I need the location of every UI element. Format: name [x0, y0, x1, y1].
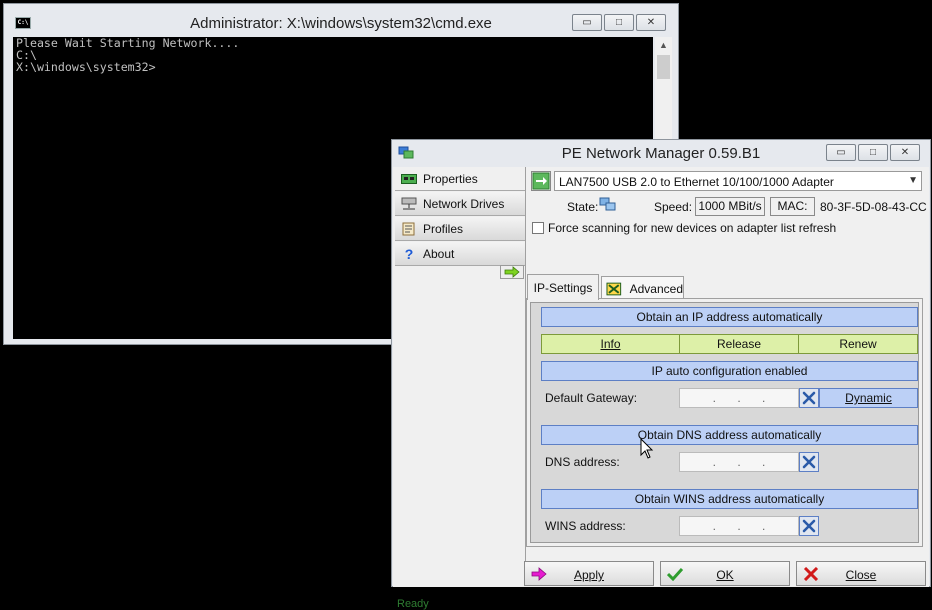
- clear-wins-button[interactable]: [799, 516, 819, 536]
- scroll-thumb[interactable]: [657, 55, 670, 79]
- cmd-close-button[interactable]: ✕: [636, 14, 666, 31]
- tab-label: IP-Settings: [533, 280, 593, 295]
- nav-item-label: Properties: [423, 171, 478, 186]
- cmd-maximize-button[interactable]: □: [604, 14, 634, 31]
- dns-address-input[interactable]: ...: [679, 452, 799, 472]
- speed-label: Speed:: [654, 200, 693, 214]
- profiles-icon: [401, 222, 417, 236]
- info-button[interactable]: Info: [541, 334, 680, 354]
- pe-maximize-button[interactable]: □: [858, 144, 888, 161]
- ip-dot: .: [761, 455, 766, 469]
- collapse-panel-button[interactable]: [500, 265, 524, 279]
- minimize-icon: ▭: [582, 17, 592, 28]
- adapter-selected-value: LAN7500 USB 2.0 to Ethernet 10/100/1000 …: [559, 175, 834, 189]
- close-icon: ✕: [900, 147, 910, 158]
- mac-label: MAC:: [770, 197, 815, 216]
- release-button-label: Release: [716, 337, 762, 351]
- adapter-dropdown[interactable]: LAN7500 USB 2.0 to Ethernet 10/100/1000 …: [554, 171, 922, 191]
- ip-dot: .: [712, 519, 716, 533]
- close-button[interactable]: Close: [796, 561, 926, 586]
- pe-client-area: Properties Network Drives Profiles ? Abo…: [393, 167, 929, 610]
- dynamic-button[interactable]: Dynamic: [819, 388, 918, 408]
- release-button[interactable]: Release: [679, 334, 799, 354]
- wins-address-label: WINS address:: [545, 519, 626, 533]
- obtain-wins-automatically-button[interactable]: Obtain WINS address automatically: [541, 489, 918, 509]
- connected-network-icon: [599, 197, 616, 211]
- nav-item-properties[interactable]: Properties: [395, 167, 525, 191]
- maximize-icon: □: [869, 147, 877, 158]
- tab-ip-settings[interactable]: IP-Settings: [527, 274, 599, 300]
- pe-network-manager-window[interactable]: PE Network Manager 0.59.B1 ▭ □ ✕ Propert…: [391, 139, 931, 610]
- network-card-icon: [401, 172, 417, 186]
- ip-dot: .: [737, 391, 741, 405]
- maximize-icon: □: [615, 17, 623, 28]
- adapter-refresh-button[interactable]: [531, 171, 551, 191]
- default-gateway-label: Default Gateway:: [545, 391, 638, 405]
- force-scan-label: Force scanning for new devices on adapte…: [548, 221, 837, 235]
- console-line: Please Wait Starting Network....: [16, 36, 240, 50]
- pe-close-button[interactable]: ✕: [890, 144, 920, 161]
- advanced-settings-icon: [606, 282, 622, 295]
- ip-action-buttons: Info Release Renew: [541, 334, 918, 354]
- ip-dot: .: [761, 391, 766, 405]
- renew-button[interactable]: Renew: [798, 334, 918, 354]
- console-prompt: X:\windows\system32>: [16, 60, 156, 74]
- ip-settings-panel: Obtain an IP address automatically Info …: [526, 298, 923, 547]
- nav-item-about[interactable]: ? About: [395, 242, 525, 266]
- close-button-label: Close: [845, 568, 877, 582]
- adapter-refresh-icon: [532, 172, 550, 190]
- network-drive-icon: [401, 197, 417, 211]
- help-icon: ?: [404, 245, 414, 262]
- speed-value: 1000 MBit/s: [695, 197, 765, 216]
- nav-item-label: Profiles: [423, 221, 464, 236]
- ip-dot: .: [737, 519, 741, 533]
- dns-address-label: DNS address:: [545, 455, 620, 469]
- arrow-right-icon: [504, 266, 520, 278]
- ip-dot: .: [761, 519, 766, 533]
- tab-label: Advanced: [629, 281, 683, 296]
- scroll-up-icon[interactable]: ▲: [655, 37, 672, 54]
- ip-dot: .: [712, 391, 716, 405]
- apply-button[interactable]: Apply: [524, 561, 654, 586]
- close-icon: ✕: [646, 17, 656, 28]
- apply-button-label: Apply: [573, 568, 605, 582]
- force-scan-checkbox[interactable]: [532, 222, 544, 234]
- mouse-cursor-icon: [640, 438, 654, 459]
- obtain-ip-automatically-button[interactable]: Obtain an IP address automatically: [541, 307, 918, 327]
- ip-settings-inner: Obtain an IP address automatically Info …: [530, 302, 919, 543]
- obtain-dns-automatically-button[interactable]: Obtain DNS address automatically: [541, 425, 918, 445]
- pe-minimize-button[interactable]: ▭: [826, 144, 856, 161]
- nav-item-profiles[interactable]: Profiles: [395, 217, 525, 241]
- ok-button-label: OK: [716, 568, 734, 582]
- clear-gateway-button[interactable]: [799, 388, 819, 408]
- cmd-minimize-button[interactable]: ▭: [572, 14, 602, 31]
- clear-icon: [802, 391, 816, 405]
- status-bar-text: Ready: [397, 598, 429, 610]
- tab-advanced[interactable]: Advanced: [601, 276, 684, 300]
- state-label: State:: [567, 200, 599, 214]
- nav-item-network-drives[interactable]: Network Drives: [395, 192, 525, 216]
- default-gateway-input[interactable]: ...: [679, 388, 799, 408]
- nav-item-label: Network Drives: [423, 196, 505, 211]
- wins-address-input[interactable]: ...: [679, 516, 799, 536]
- nav-item-label: About: [423, 246, 455, 261]
- ip-auto-config-status[interactable]: IP auto configuration enabled: [541, 361, 918, 381]
- clear-dns-button[interactable]: [799, 452, 819, 472]
- clear-icon: [802, 519, 816, 533]
- clear-icon: [802, 455, 816, 469]
- dynamic-button-label: Dynamic: [845, 391, 892, 405]
- ip-dot: .: [712, 455, 716, 469]
- ip-dot: .: [737, 455, 741, 469]
- minimize-icon: ▭: [836, 147, 846, 158]
- chevron-down-icon: ▼: [908, 175, 918, 186]
- left-navigation: Properties Network Drives Profiles ? Abo…: [394, 167, 526, 571]
- info-button-label: Info: [600, 337, 621, 351]
- mac-value: 80-3F-5D-08-43-CC: [820, 200, 927, 214]
- renew-button-label: Renew: [839, 337, 877, 351]
- ok-button[interactable]: OK: [660, 561, 790, 586]
- cmd-titlebar[interactable]: C:\ Administrator: X:\windows\system32\c…: [4, 4, 678, 38]
